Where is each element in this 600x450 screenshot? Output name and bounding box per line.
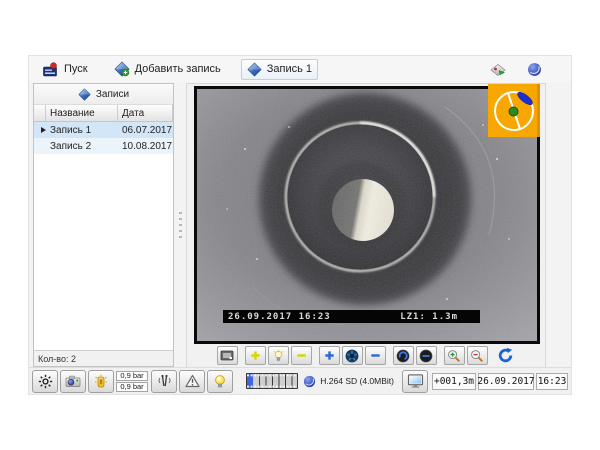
records-table: Название Дата Запись 1 06.07.2017 Запись… xyxy=(34,105,173,350)
add-record-icon xyxy=(114,61,130,77)
focus-near-icon xyxy=(396,349,410,363)
records-table-empty-area xyxy=(34,154,173,350)
video-settings-icon xyxy=(527,62,542,77)
record-1-button[interactable]: Запись 1 xyxy=(241,59,318,80)
led-minus-button[interactable] xyxy=(291,346,312,365)
panel-splitter[interactable] xyxy=(176,83,185,367)
snapshot-button[interactable] xyxy=(217,346,238,365)
camera-select-button[interactable] xyxy=(60,370,86,393)
video-settings-button[interactable] xyxy=(523,59,545,79)
zoom-out-icon xyxy=(470,349,484,363)
transmitter-button[interactable] xyxy=(151,370,177,393)
video-overlay-bar: 26.09.2017 16:23 LZ1: 1.3m xyxy=(223,310,480,323)
led-power-button[interactable] xyxy=(88,370,114,393)
led-power-icon xyxy=(94,374,108,389)
video-toolbar xyxy=(187,345,545,366)
main-toolbar: Пуск Добавить запись Запись 1 xyxy=(29,56,571,82)
focus-minus-button[interactable] xyxy=(416,346,437,365)
marker-column-header xyxy=(34,105,46,122)
pressure-fields: 0,9 bar 0,9 bar xyxy=(116,371,148,392)
pipe-camera-view: 26.09.2017 16:23 LZ1: 1.3m xyxy=(197,89,537,341)
contrast-plus-button[interactable] xyxy=(319,346,340,365)
add-record-button[interactable]: Добавить запись xyxy=(108,58,227,80)
date-field: 26.09.2017 xyxy=(478,373,534,390)
led-plus-button[interactable] xyxy=(245,346,266,365)
plus-icon-yellow xyxy=(249,349,262,362)
record-icon xyxy=(247,62,262,77)
lamp-icon xyxy=(272,349,285,362)
records-table-header-row: Название Дата xyxy=(34,105,173,122)
warning-button[interactable] xyxy=(179,370,205,393)
codec-icon xyxy=(303,375,316,388)
roll-pitch-indicator xyxy=(488,84,540,137)
recording-film-strip xyxy=(246,373,298,389)
record-1-button-label: Запись 1 xyxy=(267,63,312,75)
reset-view-button[interactable] xyxy=(495,346,516,365)
lamp-button[interactable] xyxy=(207,370,233,393)
focus-far-icon xyxy=(419,349,433,363)
records-header-label: Записи xyxy=(96,89,129,100)
export-report-button[interactable] xyxy=(487,59,509,79)
zoom-out-button[interactable] xyxy=(467,346,488,365)
records-panel-header[interactable]: Записи xyxy=(34,84,173,105)
overlay-datetime: 26.09.2017 16:23 xyxy=(228,312,331,322)
bulb-icon xyxy=(213,374,227,389)
codec-label: H.264 SD (4.0MBit) xyxy=(320,376,394,386)
distance-field: +001,3m xyxy=(432,373,476,390)
overlay-distance: LZ1: 1.3m xyxy=(400,312,458,322)
time-field: 16:23 xyxy=(536,373,568,390)
record-name: Запись 2 xyxy=(46,138,118,154)
records-count-label: Кол-во: 2 xyxy=(38,354,76,364)
pressure-bottom-field: 0,9 bar xyxy=(116,382,148,392)
record-date: 10.08.2017 xyxy=(118,138,173,154)
selected-row-marker xyxy=(34,122,46,138)
contrast-minus-button[interactable] xyxy=(365,346,386,365)
pipe-camera-image xyxy=(197,89,537,341)
brightness-icon xyxy=(38,374,53,389)
monitor-button[interactable] xyxy=(402,370,428,393)
record-name: Запись 1 xyxy=(46,122,118,138)
monitor-icon xyxy=(407,373,424,389)
snapshot-icon xyxy=(220,349,234,362)
desktop: { "toolbar": { "start_label": "Пуск", "a… xyxy=(0,0,600,450)
date-column-header[interactable]: Дата xyxy=(118,105,173,122)
reset-view-icon xyxy=(497,347,514,364)
table-row[interactable]: Запись 2 10.08.2017 xyxy=(34,138,173,154)
records-icon xyxy=(78,88,91,101)
led-lamp-button[interactable] xyxy=(268,346,289,365)
pressure-top-field: 0,9 bar xyxy=(116,371,148,381)
brightness-button[interactable] xyxy=(32,370,58,393)
aperture-icon xyxy=(345,349,359,363)
add-record-button-label: Добавить запись xyxy=(135,63,221,75)
row-marker xyxy=(34,138,46,154)
aperture-button[interactable] xyxy=(342,346,363,365)
video-panel: 26.09.2017 16:23 LZ1: 1.3m xyxy=(186,83,546,369)
camera-icon xyxy=(65,374,81,388)
app-logo-icon xyxy=(43,62,59,77)
zoom-in-icon xyxy=(447,349,461,363)
antenna-icon xyxy=(157,374,172,388)
table-row-selected[interactable]: Запись 1 06.07.2017 xyxy=(34,122,173,138)
minus-icon-yellow xyxy=(295,349,308,362)
plus-icon-blue xyxy=(323,349,336,362)
name-column-header[interactable]: Название xyxy=(46,105,118,122)
start-button[interactable]: Пуск xyxy=(37,59,94,80)
focus-plus-button[interactable] xyxy=(393,346,414,365)
status-bar: 0,9 bar 0,9 bar xyxy=(29,367,571,394)
export-report-icon xyxy=(489,62,507,77)
app-window: Пуск Добавить запись Запись 1 xyxy=(28,55,572,395)
records-count-bar: Кол-во: 2 xyxy=(34,350,173,366)
zoom-in-button[interactable] xyxy=(444,346,465,365)
start-button-label: Пуск xyxy=(64,63,88,75)
minus-icon-blue xyxy=(369,349,382,362)
records-panel: Записи Название Дата Запись 1 06.07.2017… xyxy=(33,83,174,367)
warning-icon xyxy=(185,374,200,388)
record-date: 06.07.2017 xyxy=(118,122,173,138)
